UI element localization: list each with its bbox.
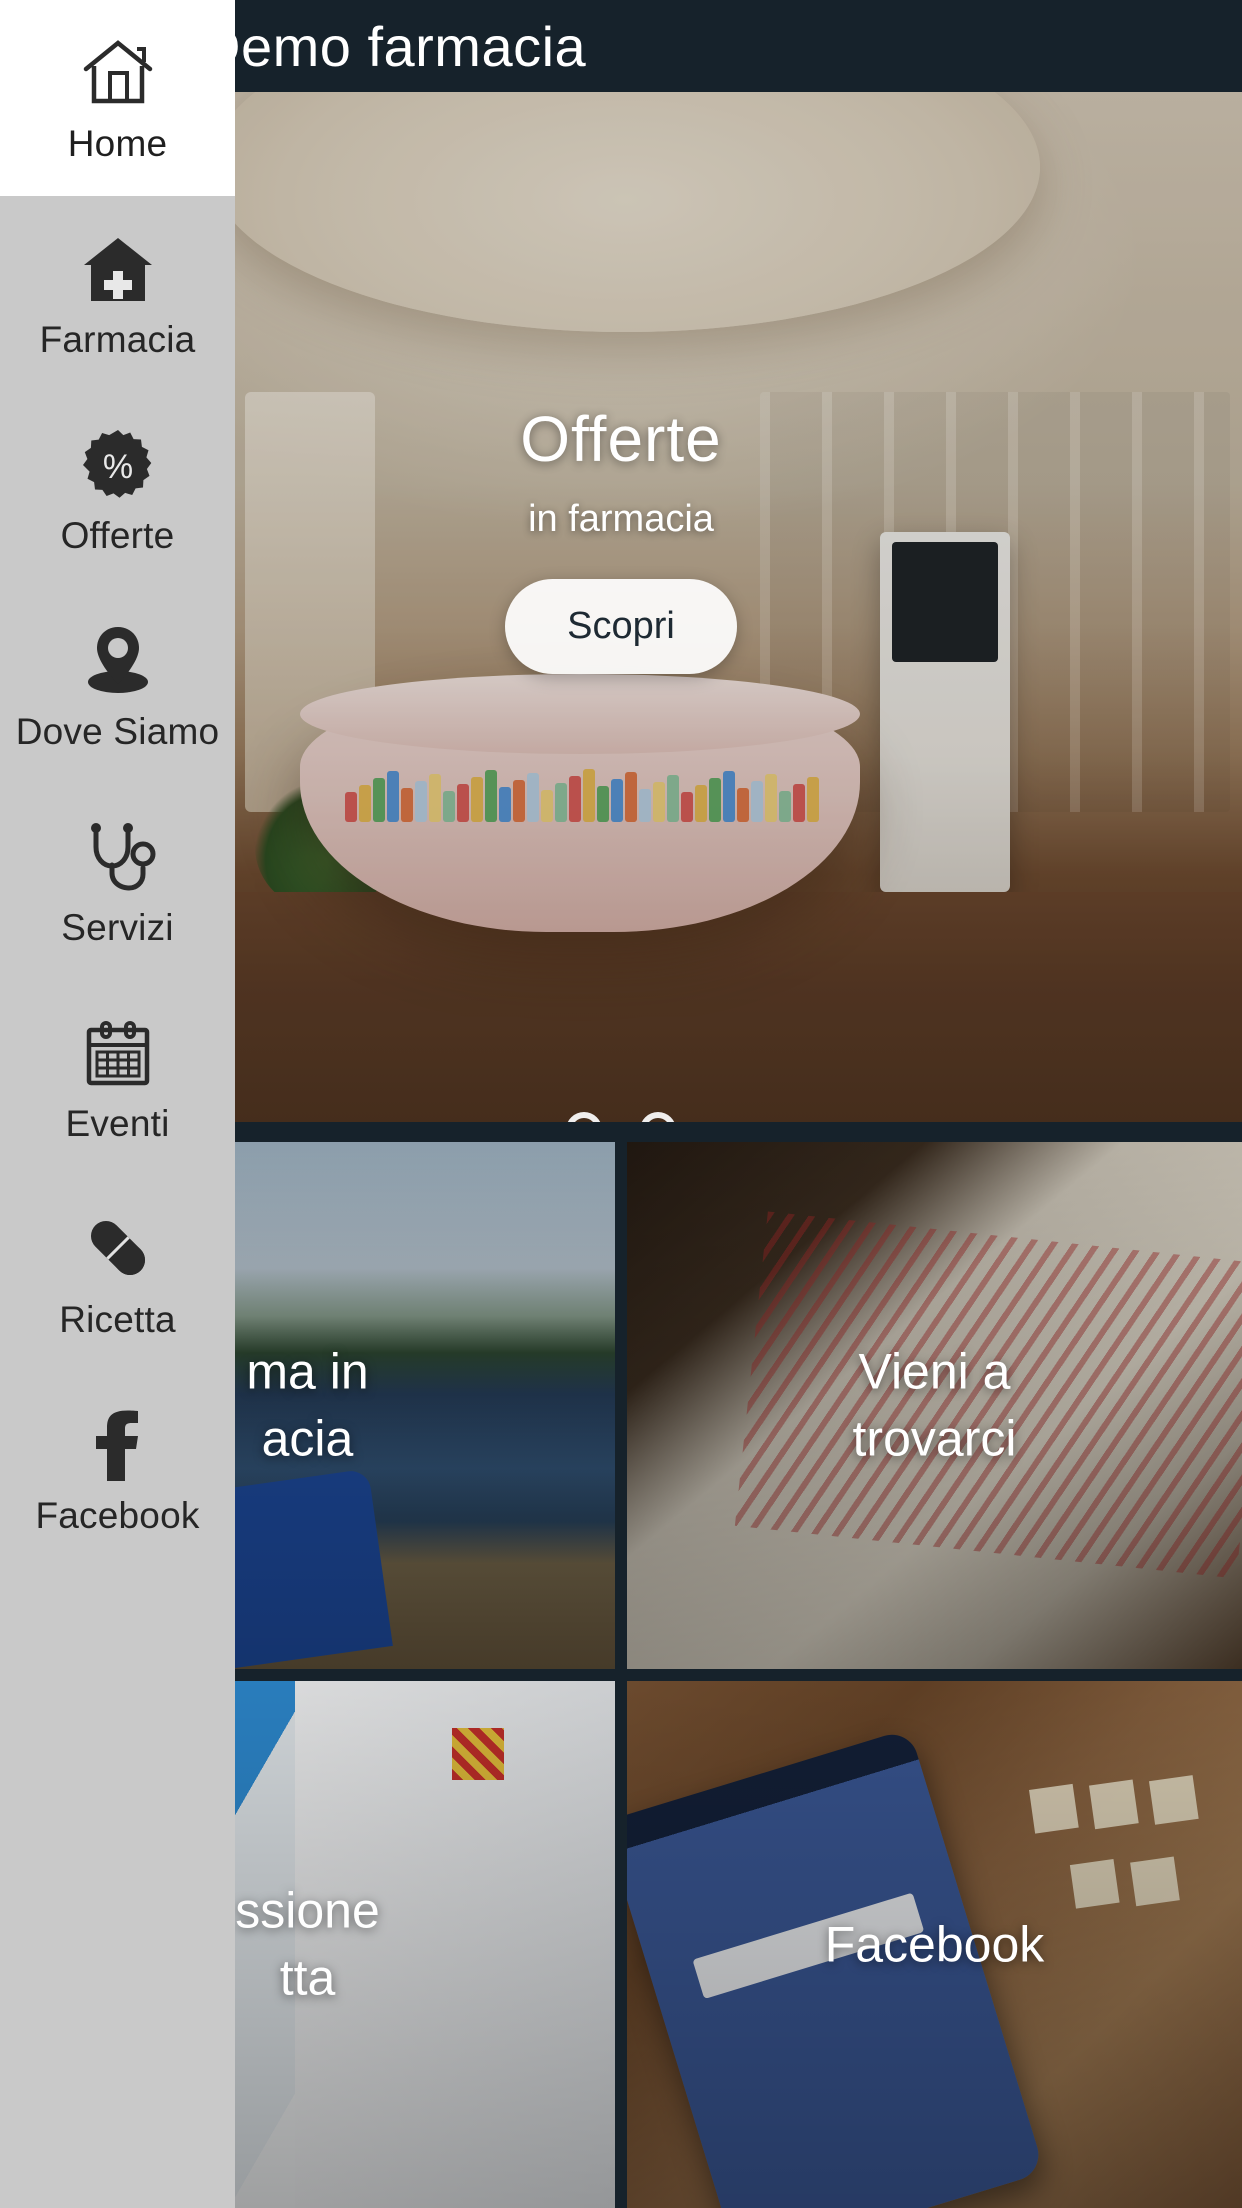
sidebar-item-label: Offerte: [60, 515, 175, 556]
carousel-dot-1[interactable]: [566, 1112, 602, 1122]
carousel-dot-2[interactable]: [640, 1112, 676, 1122]
sidebar-item-home[interactable]: Home: [0, 0, 235, 196]
sidebar-item-label: Home: [67, 123, 168, 164]
sidebar-item-label: Farmacia: [39, 319, 196, 360]
sidebar-item-facebook[interactable]: Facebook: [0, 1372, 235, 1568]
sidebar-item-servizi[interactable]: Servizi: [0, 784, 235, 980]
home-icon: [81, 31, 155, 109]
facebook-icon: [88, 1403, 148, 1481]
calendar-icon: [81, 1011, 155, 1089]
scopri-button[interactable]: Scopri: [505, 579, 737, 674]
sidebar-item-label: Servizi: [61, 907, 174, 948]
app-root: Demo farmacia Offerte in farmacia Scopri: [0, 0, 1242, 2208]
tile-facebook[interactable]: Facebook: [627, 1681, 1242, 2208]
svg-text:%: %: [102, 448, 132, 486]
sidebar-item-label: Facebook: [35, 1495, 200, 1536]
sidebar-item-farmacia[interactable]: Farmacia: [0, 196, 235, 392]
pill-icon: [81, 1207, 155, 1285]
stethoscope-icon: [80, 815, 156, 893]
tile-dove-siamo[interactable]: Vieni a trovarci: [627, 1142, 1242, 1669]
tile-caption: Facebook: [824, 1915, 1045, 1972]
sidebar-item-label: Ricetta: [59, 1299, 176, 1340]
navigation-drawer[interactable]: Home Farmacia % Offerte Dove Siamo Servi…: [0, 0, 235, 2208]
sidebar-item-offerte[interactable]: % Offerte: [0, 392, 235, 588]
page-title: Demo farmacia: [200, 14, 587, 78]
sidebar-item-label: Dove Siamo: [15, 711, 220, 752]
sidebar-item-ricetta[interactable]: Ricetta: [0, 1176, 235, 1372]
map-pin-icon: [81, 619, 155, 697]
pharmacy-icon: [81, 227, 155, 305]
sidebar-item-dove-siamo[interactable]: Dove Siamo: [0, 588, 235, 784]
percent-badge-icon: %: [82, 423, 154, 501]
sidebar-item-eventi[interactable]: Eventi: [0, 980, 235, 1176]
tile-caption: Vieni a trovarci: [852, 1343, 1017, 1467]
sidebar-item-label: Eventi: [65, 1103, 170, 1144]
